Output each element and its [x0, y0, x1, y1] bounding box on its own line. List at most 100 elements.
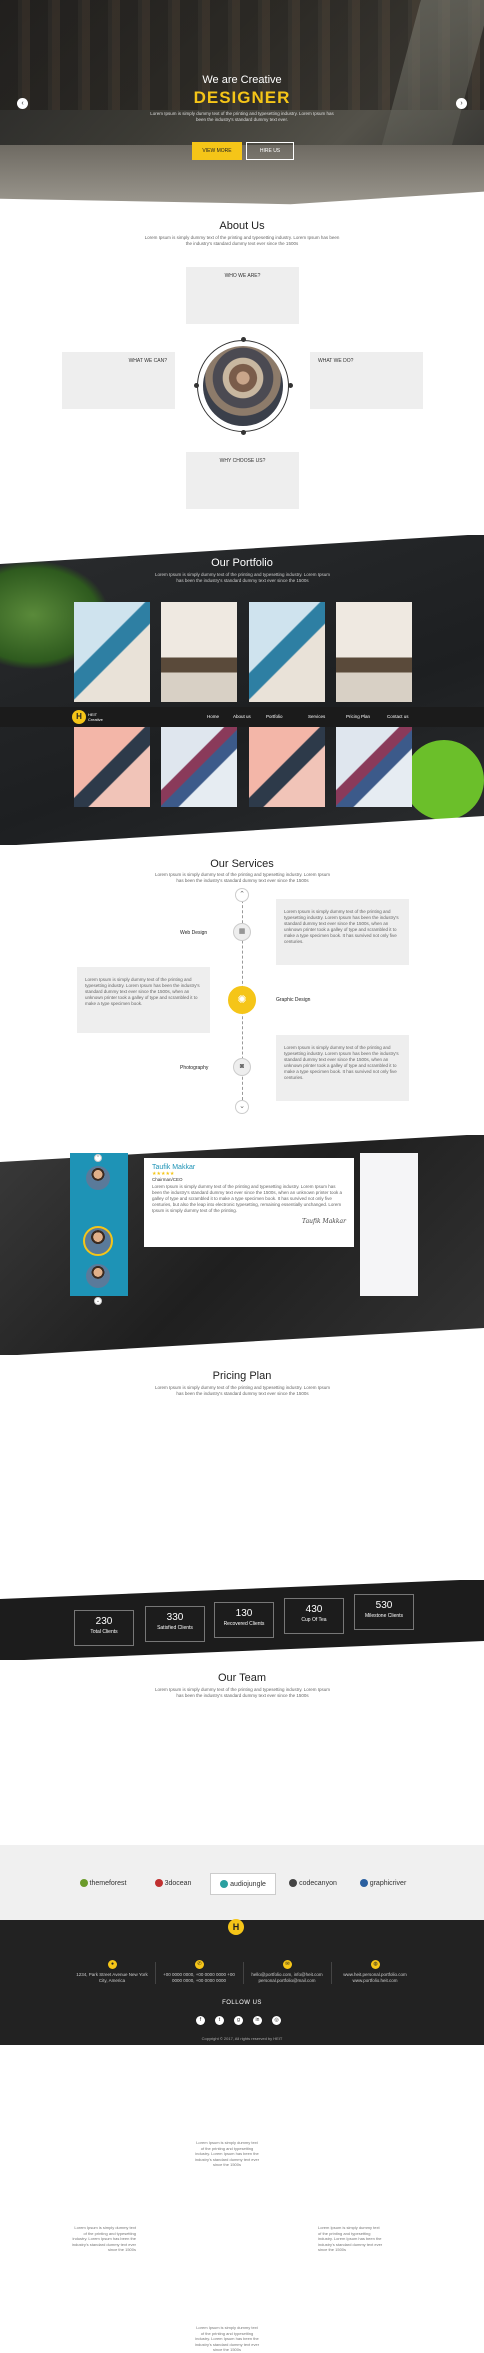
logo-icon[interactable]: H [72, 710, 86, 724]
portfolio-item[interactable] [161, 602, 237, 702]
instagram-icon[interactable]: ◎ [272, 2016, 281, 2025]
email-icon: ✉ [283, 1960, 292, 1969]
portfolio-item[interactable] [74, 602, 150, 702]
avatar[interactable] [83, 1226, 113, 1256]
counter-number: 530 [375, 1600, 393, 1611]
section-divider [0, 1328, 484, 1356]
logo-text: HEIT Creative [88, 712, 103, 722]
about-card-can: WHAT WE CAN? Lorem Ipsum is simply dummy… [62, 352, 175, 2252]
nav-portfolio[interactable]: Portfolio [266, 714, 283, 719]
hero-title: DESIGNER [193, 88, 291, 107]
counter-label: Satisfied Clients [157, 1625, 193, 1631]
counter-box: 230 Total Clients [74, 1610, 134, 1646]
plant-pot-decoration [404, 740, 484, 820]
nav-pricing[interactable]: Pricing Plan [346, 714, 370, 719]
signature: Taufik Makkar [302, 1218, 346, 1225]
hero-slider: ‹ › We are Creative DESIGNER Lorem Ipsum… [0, 0, 484, 206]
testimonial-text: Lorem Ipsum is simply dummy text of the … [152, 1184, 342, 1213]
client-logo[interactable]: codecanyon [280, 1873, 346, 1895]
nav-services[interactable]: Services [308, 714, 325, 719]
counter-label: Cup Of Tea [301, 1617, 327, 1623]
hero-desk [0, 145, 484, 205]
nav-about[interactable]: About us [233, 714, 251, 719]
counter-box: 530 Milestone Clients [354, 1594, 414, 1630]
googleplus-icon[interactable]: g [234, 2016, 243, 2025]
counter-number: 130 [235, 1608, 253, 1619]
chevron-down-icon[interactable]: ⌄ [235, 1100, 249, 1114]
card-text: Lorem Ipsum is simply dummy text of the … [71, 2225, 136, 2252]
team-photo-circle [197, 340, 289, 432]
footer-web: www.heit.personal.portfolio.com www.port… [343, 1972, 407, 1983]
avatar[interactable] [86, 1264, 110, 1288]
about-card-who: WHO WE ARE? Lorem Ipsum is simply dummy … [186, 267, 299, 2167]
portfolio-item[interactable] [336, 602, 412, 702]
card-title: WHAT WE DO? [318, 358, 354, 364]
section-divider [0, 1641, 484, 1661]
service-text: Lorem Ipsum is simply dummy text of the … [77, 967, 210, 1033]
chevron-up-icon[interactable]: ⌃ [235, 888, 249, 902]
client-logo[interactable]: 3docean [140, 1873, 206, 1895]
pricing-section: Pricing Plan Lorem Ipsum is simply dummy… [0, 1355, 484, 1580]
counter-box: 130 Recovered Clients [214, 1602, 274, 1638]
phone-icon: ✆ [195, 1960, 204, 1969]
card-text: Lorem Ipsum is simply dummy text of the … [194, 2325, 260, 2352]
portfolio-title: Our Portfolio [211, 557, 273, 569]
linkedin-icon[interactable]: in [253, 2016, 262, 2025]
services-description: Lorem Ipsum is simply dummy text of the … [155, 872, 330, 883]
follow-us-label: FOLLOW US [222, 2000, 262, 2006]
client-logo[interactable]: themeforest [70, 1873, 136, 1895]
circle-dot [241, 430, 246, 435]
chevron-up-icon[interactable]: ⌃ [94, 1154, 102, 1162]
nav-home[interactable]: Home [207, 714, 219, 719]
service-label: Web Design [180, 930, 208, 936]
team-description: Lorem Ipsum is simply dummy text of the … [155, 1687, 330, 1698]
footer-phone: +00 0000 0000, +00 0000 0000 +00 0000 00… [163, 1972, 235, 1983]
copyright: Copyright © 2017, All rights reserved by… [201, 2036, 283, 2041]
view-more-button[interactable]: VIEW MORE [192, 142, 242, 160]
section-divider [0, 816, 484, 846]
portfolio-item[interactable] [249, 727, 325, 807]
portfolio-item[interactable] [249, 602, 325, 702]
client-name: graphicriver [369, 1880, 407, 1887]
client-logo[interactable]: graphicriver [350, 1873, 416, 1895]
location-icon: ● [108, 1960, 117, 1969]
services-title: Our Services [210, 858, 274, 870]
portfolio-description: Lorem Ipsum is simply dummy text of the … [155, 572, 330, 583]
counter-box: 330 Satisfied Clients [145, 1606, 205, 1642]
about-description: Lorem Ipsum is simply dummy text of the … [144, 235, 340, 246]
portfolio-item[interactable] [161, 727, 237, 807]
testimonial-role: Chairman/CEO [152, 1177, 183, 1182]
portfolio-item[interactable] [74, 727, 150, 807]
card-title: WHY CHOOSE US? [219, 458, 266, 464]
services-section: Our Services Lorem Ipsum is simply dummy… [0, 845, 484, 1135]
nav-contact[interactable]: Contact us [387, 714, 409, 719]
pricing-title: Pricing Plan [212, 1370, 272, 1382]
twitter-icon[interactable]: t [215, 2016, 224, 2025]
chevron-down-icon[interactable]: ⌄ [94, 1297, 102, 1305]
service-text: Lorem Ipsum is simply dummy text of the … [276, 1035, 409, 1101]
portfolio-item[interactable] [336, 727, 412, 807]
card-title: WHO WE ARE? [224, 273, 261, 279]
client-name: 3docean [164, 1880, 192, 1887]
footer-logo[interactable]: H [228, 1919, 244, 1935]
hero-subtitle: We are Creative [202, 74, 282, 86]
counter-label: Recovered Clients [223, 1621, 265, 1627]
counter-number: 430 [305, 1604, 323, 1615]
counter-label: Total Clients [90, 1629, 118, 1635]
avatar[interactable] [86, 1166, 110, 1190]
footer-email: hello@portfolio.com, info@heit.com perso… [251, 1972, 323, 1983]
hire-us-button[interactable]: HIRE US [246, 142, 294, 160]
service-label: Graphic Design [276, 997, 311, 1003]
circle-dot [194, 383, 199, 388]
testimonial-side-panel [360, 1153, 418, 1296]
service-text: Lorem Ipsum is simply dummy text of the … [276, 899, 409, 965]
testimonial-name: Taufik Makkar [152, 1164, 196, 1171]
client-name: audiojungle [230, 1881, 266, 1888]
counter-number: 230 [95, 1616, 113, 1627]
client-logo[interactable]: audiojungle [210, 1873, 276, 1895]
team-section: Our Team Lorem Ipsum is simply dummy tex… [0, 1660, 484, 1845]
card-text: Lorem Ipsum is simply dummy text of the … [194, 2140, 260, 2167]
client-name: codecanyon [299, 1880, 337, 1887]
facebook-icon[interactable]: f [196, 2016, 205, 2025]
counter-box: 430 Cup Of Tea [284, 1598, 344, 1634]
